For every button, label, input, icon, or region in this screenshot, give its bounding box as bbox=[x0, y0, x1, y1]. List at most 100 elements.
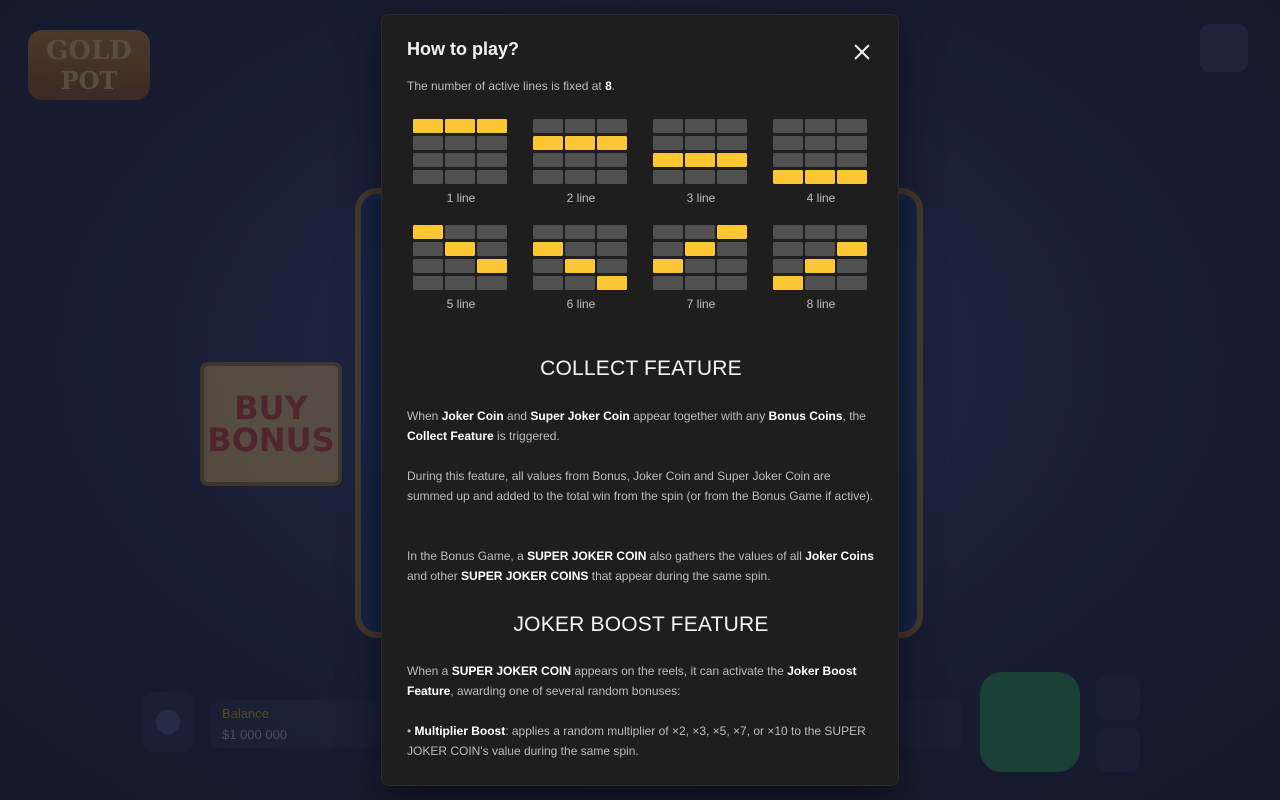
collect-feature-title: COLLECT FEATURE bbox=[540, 357, 742, 380]
payline-diagram bbox=[413, 119, 507, 184]
payline-cell bbox=[773, 242, 803, 256]
payline-cell bbox=[565, 119, 595, 133]
payline-cell bbox=[565, 170, 595, 184]
payline-cell-active bbox=[477, 259, 507, 273]
payline-cell-active bbox=[565, 259, 595, 273]
payline-cell-active bbox=[597, 276, 627, 290]
payline-cell bbox=[837, 136, 867, 150]
payline-cell-active bbox=[413, 225, 443, 239]
payline-cell bbox=[477, 242, 507, 256]
payline-cell bbox=[597, 259, 627, 273]
payline-cell-active bbox=[837, 242, 867, 256]
payline-cell-active bbox=[533, 242, 563, 256]
payline-cell bbox=[837, 153, 867, 167]
payline-cell bbox=[717, 136, 747, 150]
close-icon[interactable] bbox=[850, 40, 874, 64]
payline-cell bbox=[565, 153, 595, 167]
payline-label: 7 line bbox=[686, 297, 716, 311]
payline-cell bbox=[773, 259, 803, 273]
payline-cell bbox=[445, 259, 475, 273]
payline-cell bbox=[685, 170, 715, 184]
payline-cell-active bbox=[837, 170, 867, 184]
payline-cell-active bbox=[773, 170, 803, 184]
payline-cell bbox=[413, 259, 443, 273]
payline-cell bbox=[477, 276, 507, 290]
payline-1: 1 line bbox=[407, 119, 507, 209]
payline-cell bbox=[773, 136, 803, 150]
payline-2: 2 line bbox=[527, 119, 627, 209]
how-to-play-modal: How to play? The number of active lines … bbox=[381, 14, 899, 786]
payline-6: 6 line bbox=[527, 225, 627, 315]
payline-cell bbox=[653, 170, 683, 184]
lines-intro: The number of active lines is fixed at 8… bbox=[407, 79, 615, 93]
payline-cell bbox=[445, 276, 475, 290]
payline-cell bbox=[653, 136, 683, 150]
payline-cell bbox=[685, 276, 715, 290]
payline-cell bbox=[477, 136, 507, 150]
payline-cell bbox=[805, 225, 835, 239]
payline-cell-active bbox=[533, 136, 563, 150]
payline-cell bbox=[805, 153, 835, 167]
payline-cell bbox=[773, 153, 803, 167]
payline-cell bbox=[717, 242, 747, 256]
payline-cell bbox=[565, 276, 595, 290]
payline-cell bbox=[477, 225, 507, 239]
payline-cell bbox=[413, 170, 443, 184]
payline-diagram bbox=[773, 225, 867, 290]
boost-bullet-multiplier: • Multiplier Boost: applies a random mul… bbox=[407, 724, 866, 758]
payline-cell-active bbox=[413, 119, 443, 133]
payline-cell-active bbox=[717, 153, 747, 167]
payline-cell bbox=[533, 153, 563, 167]
payline-cell bbox=[533, 170, 563, 184]
payline-cell-active bbox=[717, 225, 747, 239]
payline-cell bbox=[533, 225, 563, 239]
payline-cell bbox=[533, 119, 563, 133]
payline-label: 4 line bbox=[806, 191, 836, 205]
lines-intro-text: The number of active lines is fixed at bbox=[407, 79, 606, 93]
payline-cell bbox=[837, 276, 867, 290]
payline-cell bbox=[685, 259, 715, 273]
payline-cell bbox=[597, 225, 627, 239]
collect-paragraph-1: When Joker Coin and Super Joker Coin app… bbox=[407, 409, 866, 443]
payline-cell bbox=[653, 242, 683, 256]
modal-body-scroll[interactable]: The number of active lines is fixed at 8… bbox=[407, 75, 875, 785]
payline-cell bbox=[717, 276, 747, 290]
payline-label: 3 line bbox=[686, 191, 716, 205]
payline-label: 6 line bbox=[566, 297, 596, 311]
payline-cell-active bbox=[565, 136, 595, 150]
payline-cell-active bbox=[445, 119, 475, 133]
payline-diagram bbox=[653, 119, 747, 184]
payline-cell bbox=[805, 136, 835, 150]
payline-cell bbox=[685, 136, 715, 150]
payline-label: 2 line bbox=[566, 191, 596, 205]
payline-cell bbox=[413, 242, 443, 256]
payline-cell bbox=[597, 153, 627, 167]
payline-cell bbox=[717, 119, 747, 133]
payline-cell bbox=[773, 225, 803, 239]
payline-cell bbox=[685, 225, 715, 239]
payline-cell bbox=[445, 153, 475, 167]
payline-cell-active bbox=[805, 170, 835, 184]
payline-cell bbox=[717, 259, 747, 273]
payline-7: 7 line bbox=[647, 225, 747, 315]
payline-cell bbox=[477, 153, 507, 167]
joker-boost-title: JOKER BOOST FEATURE bbox=[513, 613, 769, 636]
payline-cell bbox=[837, 119, 867, 133]
payline-cell-active bbox=[653, 259, 683, 273]
payline-cell-active bbox=[773, 276, 803, 290]
payline-cell bbox=[653, 119, 683, 133]
payline-cell bbox=[805, 119, 835, 133]
payline-cell bbox=[477, 170, 507, 184]
payline-cell bbox=[653, 276, 683, 290]
payline-cell bbox=[533, 276, 563, 290]
payline-cell-active bbox=[477, 119, 507, 133]
collect-paragraph-2: During this feature, all values from Bon… bbox=[407, 469, 874, 503]
payline-cell bbox=[717, 170, 747, 184]
payline-cell bbox=[533, 259, 563, 273]
payline-cell bbox=[805, 276, 835, 290]
payline-diagram bbox=[533, 119, 627, 184]
payline-cell bbox=[597, 119, 627, 133]
payline-cell bbox=[805, 242, 835, 256]
payline-diagram bbox=[533, 225, 627, 290]
payline-cell-active bbox=[445, 242, 475, 256]
